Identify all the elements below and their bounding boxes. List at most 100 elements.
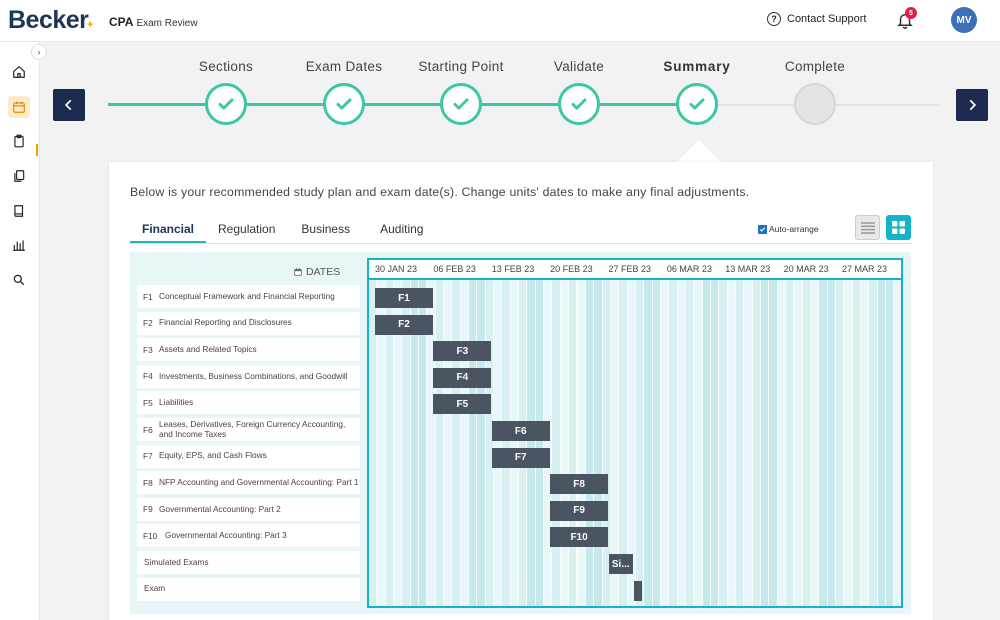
- book-icon[interactable]: [8, 200, 30, 222]
- tabs-divider: [130, 243, 912, 244]
- day-column: [685, 280, 695, 606]
- previous-step-button[interactable]: [53, 89, 85, 121]
- step-summary[interactable]: [676, 83, 718, 125]
- unit-row[interactable]: F7 Equity, EPS, and Cash Flows: [137, 444, 360, 468]
- day-column: [585, 280, 595, 606]
- day-column: [444, 280, 453, 606]
- unit-row[interactable]: F3 Assets and Related Topics: [137, 338, 360, 362]
- day-column: [719, 280, 728, 606]
- gantt-bar[interactable]: Si...: [608, 554, 634, 574]
- day-column: [769, 280, 778, 606]
- sidebar: [0, 42, 40, 620]
- sidebar-expand-toggle[interactable]: ›: [31, 44, 47, 60]
- step-label-exam-dates: Exam Dates: [305, 59, 383, 74]
- avatar[interactable]: MV: [951, 7, 977, 33]
- day-column: [677, 280, 686, 606]
- day-column: [502, 280, 511, 606]
- unit-row[interactable]: Simulated Exams: [137, 551, 360, 574]
- checkbox-checked-icon[interactable]: [758, 224, 767, 234]
- copy-icon[interactable]: [8, 165, 30, 187]
- day-column: [827, 280, 837, 606]
- gantt-bar[interactable]: F5: [433, 394, 492, 415]
- unit-row[interactable]: F8 NFP Accounting and Governmental Accoun…: [137, 471, 360, 495]
- unit-row[interactable]: F5 Liabilities: [137, 391, 360, 415]
- clipboard-icon[interactable]: [8, 130, 30, 152]
- gantt-bar[interactable]: F9: [550, 500, 608, 521]
- auto-arrange-toggle[interactable]: Auto-arrange: [758, 224, 819, 234]
- unit-row[interactable]: F9 Governmental Accounting: Part 2: [137, 497, 360, 521]
- date-tick-label: 13 MAR 23: [725, 264, 771, 274]
- gantt-bar[interactable]: F3: [433, 341, 492, 362]
- unit-row[interactable]: F10 Governmental Accounting: Part 3: [137, 524, 360, 548]
- calendar-view-button[interactable]: [886, 215, 911, 240]
- gantt-bar[interactable]: F7: [491, 447, 550, 468]
- calendar-small-icon: [294, 267, 302, 276]
- gantt-bar[interactable]: F4: [433, 367, 492, 388]
- unit-name: NFP Accounting and Governmental Accounti…: [159, 476, 359, 487]
- tab-business[interactable]: Business: [287, 216, 368, 244]
- date-tick-label: 06 MAR 23: [666, 264, 712, 274]
- checkmark-icon: [571, 98, 587, 110]
- help-chat-icon: ?: [767, 12, 781, 26]
- day-column: [760, 280, 770, 606]
- gantt-bar[interactable]: [633, 580, 642, 601]
- gantt-bar[interactable]: F10: [550, 527, 608, 548]
- day-column: [460, 280, 470, 606]
- unit-name: Assets and Related Topics: [159, 343, 257, 354]
- day-column: [777, 280, 786, 606]
- gantt-bar[interactable]: F2: [375, 314, 433, 335]
- step-complete[interactable]: [794, 83, 836, 125]
- gantt-bar[interactable]: F1: [375, 288, 433, 308]
- unit-name: Liabilities: [159, 397, 194, 408]
- tab-financial[interactable]: Financial: [130, 216, 207, 244]
- tab-auditing[interactable]: Auditing: [368, 216, 435, 244]
- step-sections[interactable]: [205, 83, 247, 125]
- day-column: [861, 280, 870, 606]
- tab-regulation[interactable]: Regulation: [206, 216, 287, 244]
- unit-row[interactable]: F4 Investments, Business Combinations, an…: [137, 364, 360, 388]
- date-axis: 30 JAN 23 06 FEB 23 13 FEB 23 20 FEB 23 27 F…: [369, 260, 901, 280]
- day-column: [560, 280, 570, 606]
- day-column: [735, 280, 745, 606]
- unit-row[interactable]: Exam: [137, 577, 360, 601]
- list-view-button[interactable]: [855, 215, 880, 240]
- contact-support-link[interactable]: ? Contact Support: [767, 12, 867, 26]
- day-column: [435, 280, 445, 606]
- day-column: [510, 280, 520, 606]
- day-column: [802, 280, 811, 606]
- next-step-button[interactable]: [956, 89, 988, 121]
- day-column: [710, 280, 720, 606]
- day-column: [485, 280, 495, 606]
- day-column: [635, 280, 645, 606]
- step-label-starting-point: Starting Point: [418, 59, 504, 74]
- day-column: [644, 280, 653, 606]
- dates-label: DATES: [306, 266, 341, 278]
- step-label-summary: Summary: [663, 59, 731, 74]
- search-icon[interactable]: [8, 269, 30, 291]
- unit-row[interactable]: F1 Conceptual Framework and Financial Rep…: [137, 285, 360, 308]
- gantt-bar[interactable]: F6: [491, 421, 550, 441]
- day-column: [519, 280, 528, 606]
- product-name: CPA: [109, 15, 134, 29]
- list-icon: [860, 221, 875, 234]
- step-starting-point[interactable]: [440, 83, 482, 125]
- gantt-bar[interactable]: F8: [550, 474, 608, 495]
- day-column: [744, 280, 753, 606]
- bar-chart-icon[interactable]: [8, 234, 30, 256]
- home-icon[interactable]: [8, 61, 30, 83]
- panel-pointer: [677, 140, 721, 162]
- unit-name: Governmental Accounting: Part 2: [159, 503, 281, 514]
- active-nav-marker: [36, 144, 38, 156]
- step-exam-dates[interactable]: [323, 83, 365, 125]
- day-column: [844, 280, 853, 606]
- step-validate[interactable]: [558, 83, 600, 125]
- date-tick-label: 27 MAR 23: [842, 264, 888, 274]
- unit-row[interactable]: F2 Financial Reporting and Disclosures: [137, 311, 360, 335]
- checkmark-icon: [689, 98, 705, 110]
- gantt-chart: 30 JAN 23 06 FEB 23 13 FEB 23 20 FEB 23 27 F…: [367, 258, 903, 608]
- day-column: [660, 280, 670, 606]
- becker-logo[interactable]: Becker: [8, 6, 89, 35]
- calendar-icon[interactable]: [8, 96, 30, 118]
- day-column: [786, 280, 795, 606]
- unit-row[interactable]: F6 Leases, Derivatives, Foreign Currency …: [137, 418, 360, 441]
